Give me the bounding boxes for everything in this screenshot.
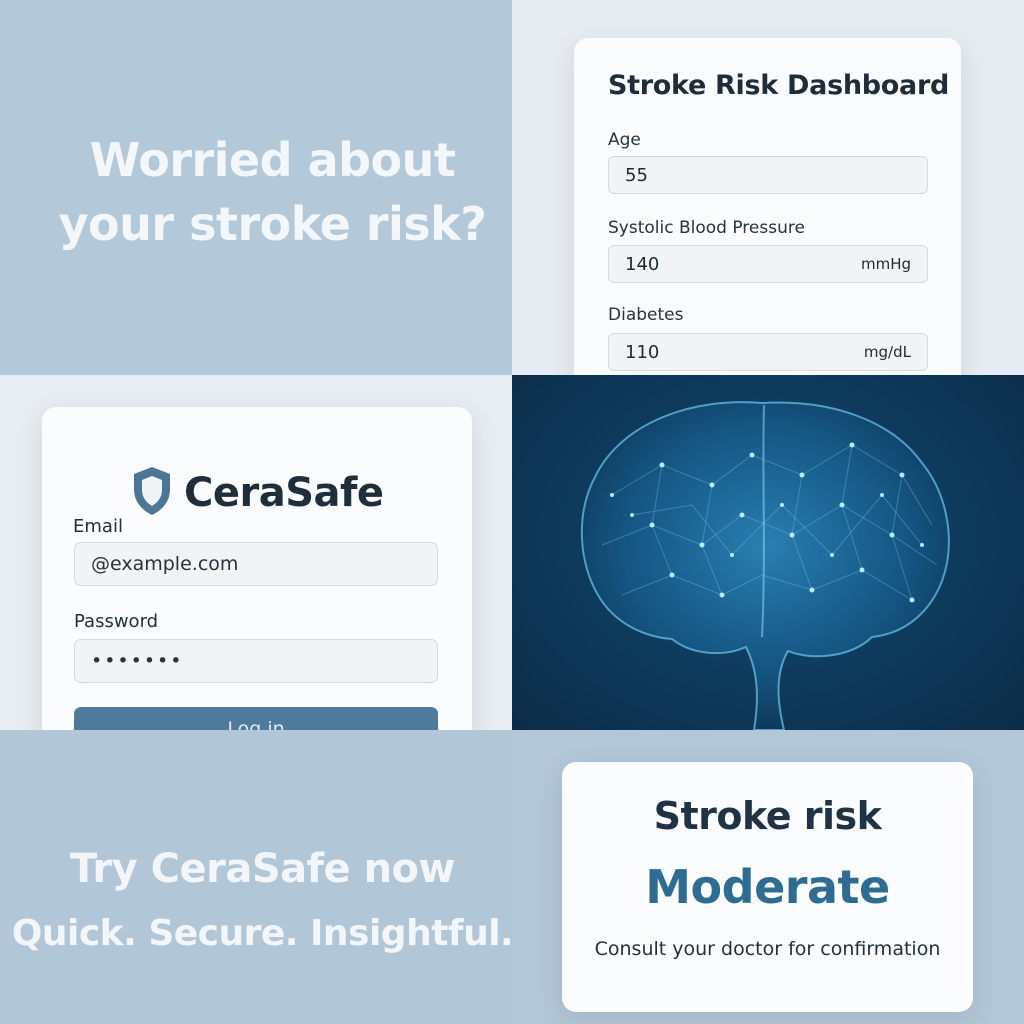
dashboard-panel: Stroke Risk Dashboard Age 55 Systolic Bl…	[512, 0, 1024, 375]
diabetes-unit: mg/dL	[863, 343, 911, 361]
diabetes-label: Diabetes	[608, 305, 684, 325]
login-button[interactable]: Log in	[74, 707, 438, 730]
result-note: Consult your doctor for confirmation	[594, 938, 941, 960]
dashboard-title: Stroke Risk Dashboard	[608, 70, 949, 101]
result-title: Stroke risk	[653, 794, 882, 838]
email-label: Email	[73, 516, 123, 537]
email-field[interactable]: @example.com	[74, 542, 438, 586]
hero-headline: Worried about your stroke risk?	[0, 128, 512, 256]
hero-line-2: your stroke risk?	[58, 197, 487, 251]
risk-level: Moderate	[645, 860, 890, 914]
dashboard-card: Stroke Risk Dashboard Age 55 Systolic Bl…	[574, 38, 961, 375]
systolic-bp-value: 140	[625, 253, 660, 275]
brand-name: CeraSafe	[184, 470, 384, 516]
result-panel: Stroke risk Moderate Consult your doctor…	[512, 730, 1024, 1024]
cta-panel: Try CeraSafe now Quick. Secure. Insightf…	[0, 730, 512, 1024]
cta-headline: Try CeraSafe now	[70, 846, 456, 892]
password-field[interactable]: •••••••	[74, 639, 438, 683]
shield-icon	[130, 465, 174, 521]
brain-shape	[580, 401, 950, 730]
email-value: @example.com	[91, 553, 239, 575]
brain-panel	[512, 375, 1024, 730]
diabetes-input[interactable]: 110 mg/dL	[608, 333, 928, 371]
login-panel: CeraSafe Email @example.com Password •••…	[0, 375, 512, 730]
age-value: 55	[625, 164, 648, 186]
systolic-bp-unit: mmHg	[860, 255, 911, 273]
brand-logo: CeraSafe	[130, 465, 384, 521]
brain-illustration	[580, 401, 950, 730]
hero-line-1: Worried about	[89, 133, 456, 187]
systolic-bp-input[interactable]: 140 mmHg	[608, 245, 928, 283]
systolic-bp-label: Systolic Blood Pressure	[608, 218, 805, 238]
cta-text: Try CeraSafe now Quick. Secure. Insightf…	[0, 844, 512, 974]
password-label: Password	[74, 611, 159, 632]
result-card: Stroke risk Moderate Consult your doctor…	[562, 762, 973, 1012]
age-label: Age	[608, 130, 641, 150]
diabetes-value: 110	[625, 341, 660, 363]
hero-panel: Worried about your stroke risk?	[0, 0, 512, 375]
password-value: •••••••	[91, 650, 184, 672]
login-card: CeraSafe Email @example.com Password •••…	[42, 407, 472, 730]
age-input[interactable]: 55	[608, 156, 928, 194]
cta-tagline: Quick. Secure. Insightful.	[11, 913, 512, 954]
